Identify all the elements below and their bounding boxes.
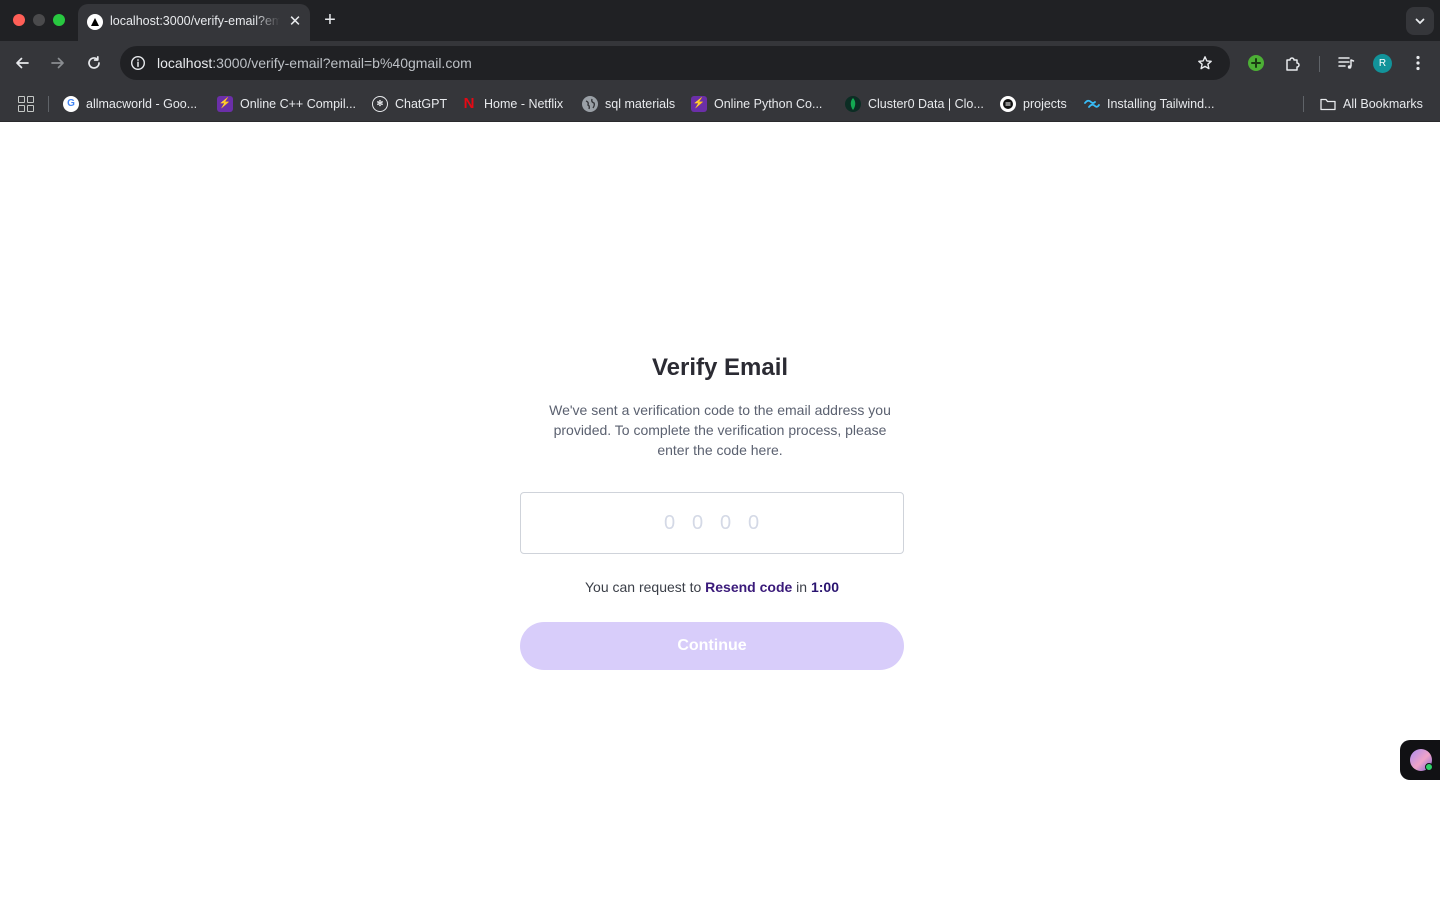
code-digit-placeholder: 0 [748, 511, 760, 534]
bookmark-label: Cluster0 Data | Clo... [868, 97, 984, 111]
active-tab[interactable]: localhost:3000/verify-email?email=b%40gm… [78, 4, 310, 41]
new-tab-button[interactable]: + [320, 10, 340, 30]
tab-strip: localhost:3000/verify-email?email=b%40gm… [0, 0, 1440, 41]
arrow-left-icon [16, 57, 29, 69]
browser-toolbar: localhost:3000/verify-email?email=b%40gm… [0, 41, 1440, 86]
chevron-down-icon [1415, 18, 1425, 25]
bookmarks-bar: G allmacworld - Goo... ⚡ Online C++ Comp… [0, 86, 1440, 122]
bookmark-item[interactable]: ⚡ Online Python Co... [691, 94, 822, 114]
code-digit-placeholder: 0 [720, 511, 732, 534]
continue-button[interactable]: Continue [520, 622, 904, 670]
all-bookmarks-button[interactable]: All Bookmarks [1320, 94, 1423, 114]
bookmarks-divider [1303, 96, 1304, 112]
site-info-icon[interactable] [128, 53, 148, 73]
address-url[interactable]: localhost:3000/verify-email?email=b%40gm… [157, 55, 472, 71]
tab-close-icon[interactable]: ✕ [286, 13, 304, 31]
bookmark-label: Home - Netflix [484, 97, 564, 111]
arrow-right-icon [51, 57, 64, 69]
bolt-icon: ⚡ [217, 96, 233, 112]
page-title: Verify Email [651, 354, 789, 381]
media-controls-icon[interactable] [1336, 53, 1356, 73]
browser-menu-icon[interactable] [1408, 53, 1428, 73]
bookmark-item[interactable]: ⚡ Online C++ Compil... [217, 94, 356, 114]
netflix-icon: N [463, 95, 475, 112]
code-digit-placeholder: 0 [692, 511, 704, 534]
globe-icon [582, 96, 598, 112]
bookmark-label: ChatGPT [395, 97, 448, 111]
window-close-button[interactable] [13, 14, 25, 26]
window-minimize-button[interactable] [33, 14, 45, 26]
bookmark-item[interactable]: Cluster0 Data | Clo... [845, 94, 984, 114]
nextjs-triangle-icon [87, 14, 103, 30]
bookmark-item[interactable]: projects [1000, 94, 1067, 114]
address-bar[interactable]: localhost:3000/verify-email?email=b%40gm… [120, 46, 1230, 80]
back-button[interactable] [11, 52, 33, 74]
bookmark-item[interactable]: G allmacworld - Goo... [63, 94, 197, 114]
bookmark-item[interactable]: N Home - Netflix [461, 94, 564, 114]
reload-icon [88, 55, 100, 69]
extensions-puzzle-icon[interactable] [1283, 53, 1303, 73]
code-digit-placeholder: 0 [664, 511, 676, 534]
bookmark-label: Online C++ Compil... [240, 97, 357, 111]
window-zoom-button[interactable] [53, 14, 65, 26]
folder-icon [1320, 96, 1336, 112]
profile-avatar[interactable]: R [1373, 54, 1392, 73]
reload-button[interactable] [83, 52, 105, 74]
all-bookmarks-label: All Bookmarks [1343, 97, 1423, 111]
bookmark-item[interactable]: ✻ ChatGPT [372, 94, 447, 114]
online-status-dot [1425, 763, 1433, 771]
bookmark-label: Installing Tailwind... [1107, 97, 1215, 111]
floating-assistant-widget[interactable] [1400, 740, 1440, 780]
resend-timer: 1:00 [810, 579, 839, 595]
resend-middle: in [792, 579, 811, 595]
forward-button[interactable] [47, 52, 69, 74]
bookmark-label: projects [1023, 97, 1067, 111]
resend-prefix: You can request to [585, 579, 706, 595]
bookmark-star-icon[interactable] [1196, 54, 1214, 72]
bolt-icon: ⚡ [691, 96, 707, 112]
page-content: Verify Email We've sent a verification c… [0, 122, 1440, 900]
toolbar-divider [1319, 56, 1320, 72]
chatgpt-icon: ✻ [372, 96, 388, 112]
bookmark-label: Online Python Co... [714, 97, 823, 111]
tab-title: localhost:3000/verify-email?email=b%40gm… [110, 14, 280, 28]
bookmark-label: sql materials [605, 97, 676, 111]
verification-code-input[interactable]: 0 0 0 0 [520, 492, 904, 554]
github-icon [1000, 96, 1016, 112]
bookmark-item[interactable]: sql materials [582, 94, 675, 114]
bookmark-label: allmacworld - Goo... [86, 97, 198, 111]
bookmarks-divider [48, 96, 49, 112]
tab-search-button[interactable] [1406, 7, 1434, 35]
extension-plus-icon[interactable] [1246, 53, 1266, 73]
tailwind-icon [1084, 96, 1100, 112]
mongodb-leaf-icon [845, 96, 861, 112]
resend-text: You can request to Resend code in 1:00 [520, 579, 904, 595]
resend-code-link[interactable]: Resend code [705, 579, 792, 595]
bookmark-item[interactable]: Installing Tailwind... [1084, 94, 1214, 114]
address-path: :3000/verify-email?email=b%40gmail.com [212, 55, 472, 71]
address-host: localhost [157, 55, 213, 71]
google-icon: G [63, 96, 79, 112]
apps-grid-icon[interactable] [18, 96, 34, 112]
page-description: We've sent a verification code to the em… [549, 402, 891, 458]
